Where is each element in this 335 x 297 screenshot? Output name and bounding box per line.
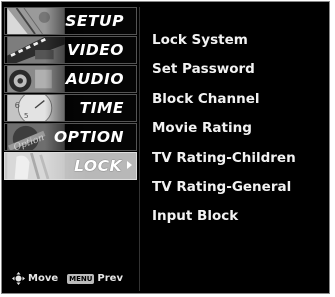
tv-menu-screen: SETUP VIDEO AUDIO 6 5 TIME Option OPTION…	[1, 1, 330, 294]
sidebar-item-video[interactable]: VIDEO	[4, 36, 137, 64]
sidebar-item-time[interactable]: 6 5 TIME	[4, 94, 137, 122]
input-block-option[interactable]: Input Block	[152, 202, 296, 231]
movie-rating-option[interactable]: Movie Rating	[152, 114, 296, 143]
sidebar-item-label: VIDEO	[67, 41, 124, 59]
sidebar-item-option[interactable]: Option OPTION	[4, 123, 137, 151]
sidebar-item-setup[interactable]: SETUP	[4, 7, 137, 35]
lock-system-option[interactable]: Lock System	[152, 26, 296, 55]
svg-text:6: 6	[15, 100, 20, 110]
sidebar-item-label: SETUP	[65, 12, 124, 30]
move-hint-label: Move	[28, 273, 59, 284]
prev-hint-label: Prev	[97, 273, 123, 284]
lock-submenu-panel: Lock System Set Password Block Channel M…	[152, 26, 296, 232]
block-channel-option[interactable]: Block Channel	[152, 85, 296, 114]
sidebar-item-label: LOCK	[74, 157, 122, 175]
sidebar-item-audio[interactable]: AUDIO	[4, 65, 137, 93]
panel-divider	[139, 7, 140, 291]
tv-rating-children-option[interactable]: TV Rating-Children	[152, 144, 296, 173]
set-password-option[interactable]: Set Password	[152, 55, 296, 84]
sidebar-item-label: AUDIO	[65, 70, 124, 88]
svg-text:5: 5	[24, 111, 29, 120]
sidebar-item-label: TIME	[79, 99, 124, 117]
tv-rating-general-option[interactable]: TV Rating-General	[152, 173, 296, 202]
dpad-move-icon	[12, 272, 25, 285]
sidebar-item-label: OPTION	[53, 128, 124, 146]
main-menu-sidebar: SETUP VIDEO AUDIO 6 5 TIME Option OPTION…	[4, 7, 137, 291]
menu-key-icon: MENU	[67, 273, 95, 284]
submenu-arrow-icon	[127, 161, 132, 169]
navigation-hint: Move MENU Prev	[12, 272, 123, 285]
sidebar-item-lock[interactable]: LOCK	[4, 152, 137, 180]
